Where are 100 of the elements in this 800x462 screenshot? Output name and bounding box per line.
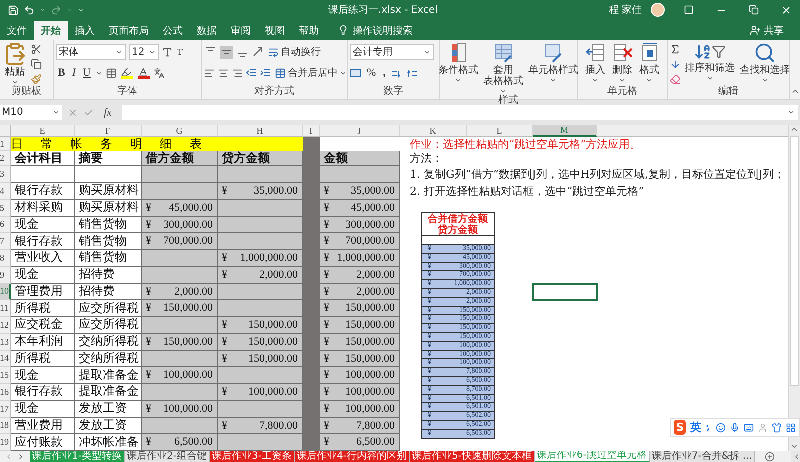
menu-tab[interactable]: 审阅 xyxy=(224,21,258,40)
editing-button[interactable]: 查找和选择 xyxy=(739,42,791,84)
scissors-icon[interactable] xyxy=(31,44,42,55)
selected-cell[interactable] xyxy=(532,282,598,302)
fill-down-icon[interactable] xyxy=(670,59,681,70)
percent-button[interactable]: % xyxy=(365,66,378,80)
scroll-down-icon[interactable] xyxy=(790,442,799,451)
sheet-tab[interactable]: 课后作业5-快速删除文本框 xyxy=(410,451,535,462)
cells-button[interactable]: 插入 xyxy=(584,42,608,84)
input-mode-toggle[interactable]: 英 xyxy=(690,420,702,435)
shirt-icon[interactable] xyxy=(772,422,782,434)
row-header[interactable]: 17 xyxy=(0,400,11,418)
comma-button[interactable]: , xyxy=(381,66,388,80)
italic-button[interactable]: I xyxy=(70,66,78,80)
border-icon[interactable] xyxy=(106,68,117,78)
align-middle-icon[interactable] xyxy=(220,46,233,58)
row-header[interactable]: 6 xyxy=(0,216,11,234)
add-sheet-icon[interactable] xyxy=(765,452,776,462)
microphone-icon[interactable] xyxy=(730,422,740,434)
name-box[interactable]: M10 xyxy=(0,105,62,120)
cells-button[interactable]: 删除 xyxy=(610,42,634,84)
font-grow-icon[interactable] xyxy=(162,46,173,58)
row-header[interactable]: 14 xyxy=(0,350,11,368)
column-header[interactable]: L xyxy=(467,125,533,137)
row-header[interactable]: 15 xyxy=(0,367,11,384)
menu-tab[interactable]: 公式 xyxy=(156,21,190,40)
menu-tab[interactable]: 页面布局 xyxy=(102,21,156,40)
editing-button[interactable]: 排序和筛选 xyxy=(684,42,736,82)
column-header[interactable]: J xyxy=(320,125,400,137)
copy-icon[interactable] xyxy=(31,59,42,70)
bold-button[interactable]: B xyxy=(56,66,68,80)
row-header[interactable]: 8 xyxy=(0,250,11,267)
ribbon-display-icon[interactable] xyxy=(684,5,694,15)
row-header[interactable]: 5 xyxy=(0,200,11,216)
column-header[interactable]: G xyxy=(142,125,218,137)
eraser-icon[interactable] xyxy=(670,74,681,85)
phonetic-icon[interactable] xyxy=(154,68,165,78)
number-format-field[interactable]: 会计专用 xyxy=(350,44,434,60)
row-header[interactable]: 7 xyxy=(0,233,11,250)
keyboard-icon[interactable] xyxy=(744,422,754,434)
style-button[interactable]: 条件格式 xyxy=(438,42,480,84)
insert-function-button[interactable]: fx xyxy=(100,106,116,118)
currency-icon[interactable] xyxy=(350,68,362,78)
column-header[interactable]: E xyxy=(11,125,75,137)
brush-icon[interactable] xyxy=(31,74,42,85)
row-header[interactable]: 10 xyxy=(0,284,11,300)
menu-tab[interactable]: 视图 xyxy=(258,21,292,40)
decrease-decimal-icon[interactable] xyxy=(406,68,418,78)
align-right-icon[interactable] xyxy=(232,68,243,78)
column-header[interactable]: M xyxy=(533,125,597,137)
row-header[interactable]: 4 xyxy=(0,183,11,200)
save-icon[interactable] xyxy=(8,4,19,16)
scroll-thumb[interactable] xyxy=(790,136,799,386)
tell-me-search[interactable]: 操作说明搜索 xyxy=(332,21,419,40)
merge-center-button[interactable]: 合并后居中 xyxy=(274,66,348,80)
style-button[interactable]: 单元格样式 xyxy=(528,42,580,84)
row-header[interactable]: 12 xyxy=(0,317,11,334)
restore-icon[interactable] xyxy=(749,5,759,15)
menu-tab[interactable]: 帮助 xyxy=(292,21,326,40)
column-header[interactable]: H xyxy=(218,125,303,137)
next-sheet-icon[interactable] xyxy=(17,452,25,460)
style-button[interactable]: 套用 表格格式 xyxy=(482,42,524,95)
indent-increase-icon[interactable] xyxy=(260,68,271,78)
row-header[interactable]: 11 xyxy=(0,300,11,317)
sum-icon[interactable] xyxy=(670,44,681,55)
sheet-tab[interactable]: 课后作业4-行内容的区别 xyxy=(294,451,410,462)
indent-decrease-icon[interactable] xyxy=(246,68,257,78)
column-header[interactable]: I xyxy=(303,125,320,137)
collapse-ribbon-icon[interactable] xyxy=(790,87,800,96)
column-header[interactable]: K xyxy=(400,125,467,137)
row-header[interactable]: 3 xyxy=(0,166,11,183)
share-button[interactable]: 共享 xyxy=(744,21,790,40)
scroll-left-icon[interactable] xyxy=(793,452,800,460)
sheet-tab[interactable]: 课后作业7-合并&拆 ... xyxy=(650,451,756,462)
row-header[interactable]: 1 xyxy=(0,137,11,151)
emoji-icon[interactable] xyxy=(716,422,726,434)
close-icon[interactable] xyxy=(781,4,792,16)
menu-tab[interactable]: 文件 xyxy=(0,21,34,40)
grid-icon[interactable] xyxy=(786,422,796,434)
row-header[interactable]: 2 xyxy=(0,151,11,166)
font-shrink-icon[interactable] xyxy=(176,48,184,56)
row-header[interactable]: 19 xyxy=(0,434,11,451)
scroll-up-icon[interactable] xyxy=(790,125,799,134)
menu-tab[interactable]: 插入 xyxy=(68,21,102,40)
align-left-icon[interactable] xyxy=(204,68,215,78)
row-header[interactable]: 18 xyxy=(0,418,11,434)
menu-tab[interactable]: 开始 xyxy=(34,21,68,40)
row-header[interactable]: 13 xyxy=(0,334,11,350)
font-size-field[interactable]: 12 xyxy=(129,44,159,60)
menu-tab[interactable]: 数据 xyxy=(190,21,224,40)
vertical-scrollbar[interactable] xyxy=(788,125,800,451)
sheet-tab[interactable]: 课后作业2-组合键 xyxy=(124,451,210,462)
font-name-field[interactable]: 宋体 xyxy=(56,44,126,60)
column-header[interactable]: F xyxy=(75,125,142,137)
orientation-icon[interactable] xyxy=(252,46,264,58)
font-color-icon[interactable] xyxy=(136,66,151,80)
formula-input[interactable] xyxy=(122,105,798,120)
align-center-icon[interactable] xyxy=(218,68,229,78)
cells-button[interactable]: 格式 xyxy=(638,42,662,84)
wrap-text-button[interactable]: 自动换行 xyxy=(267,45,322,59)
